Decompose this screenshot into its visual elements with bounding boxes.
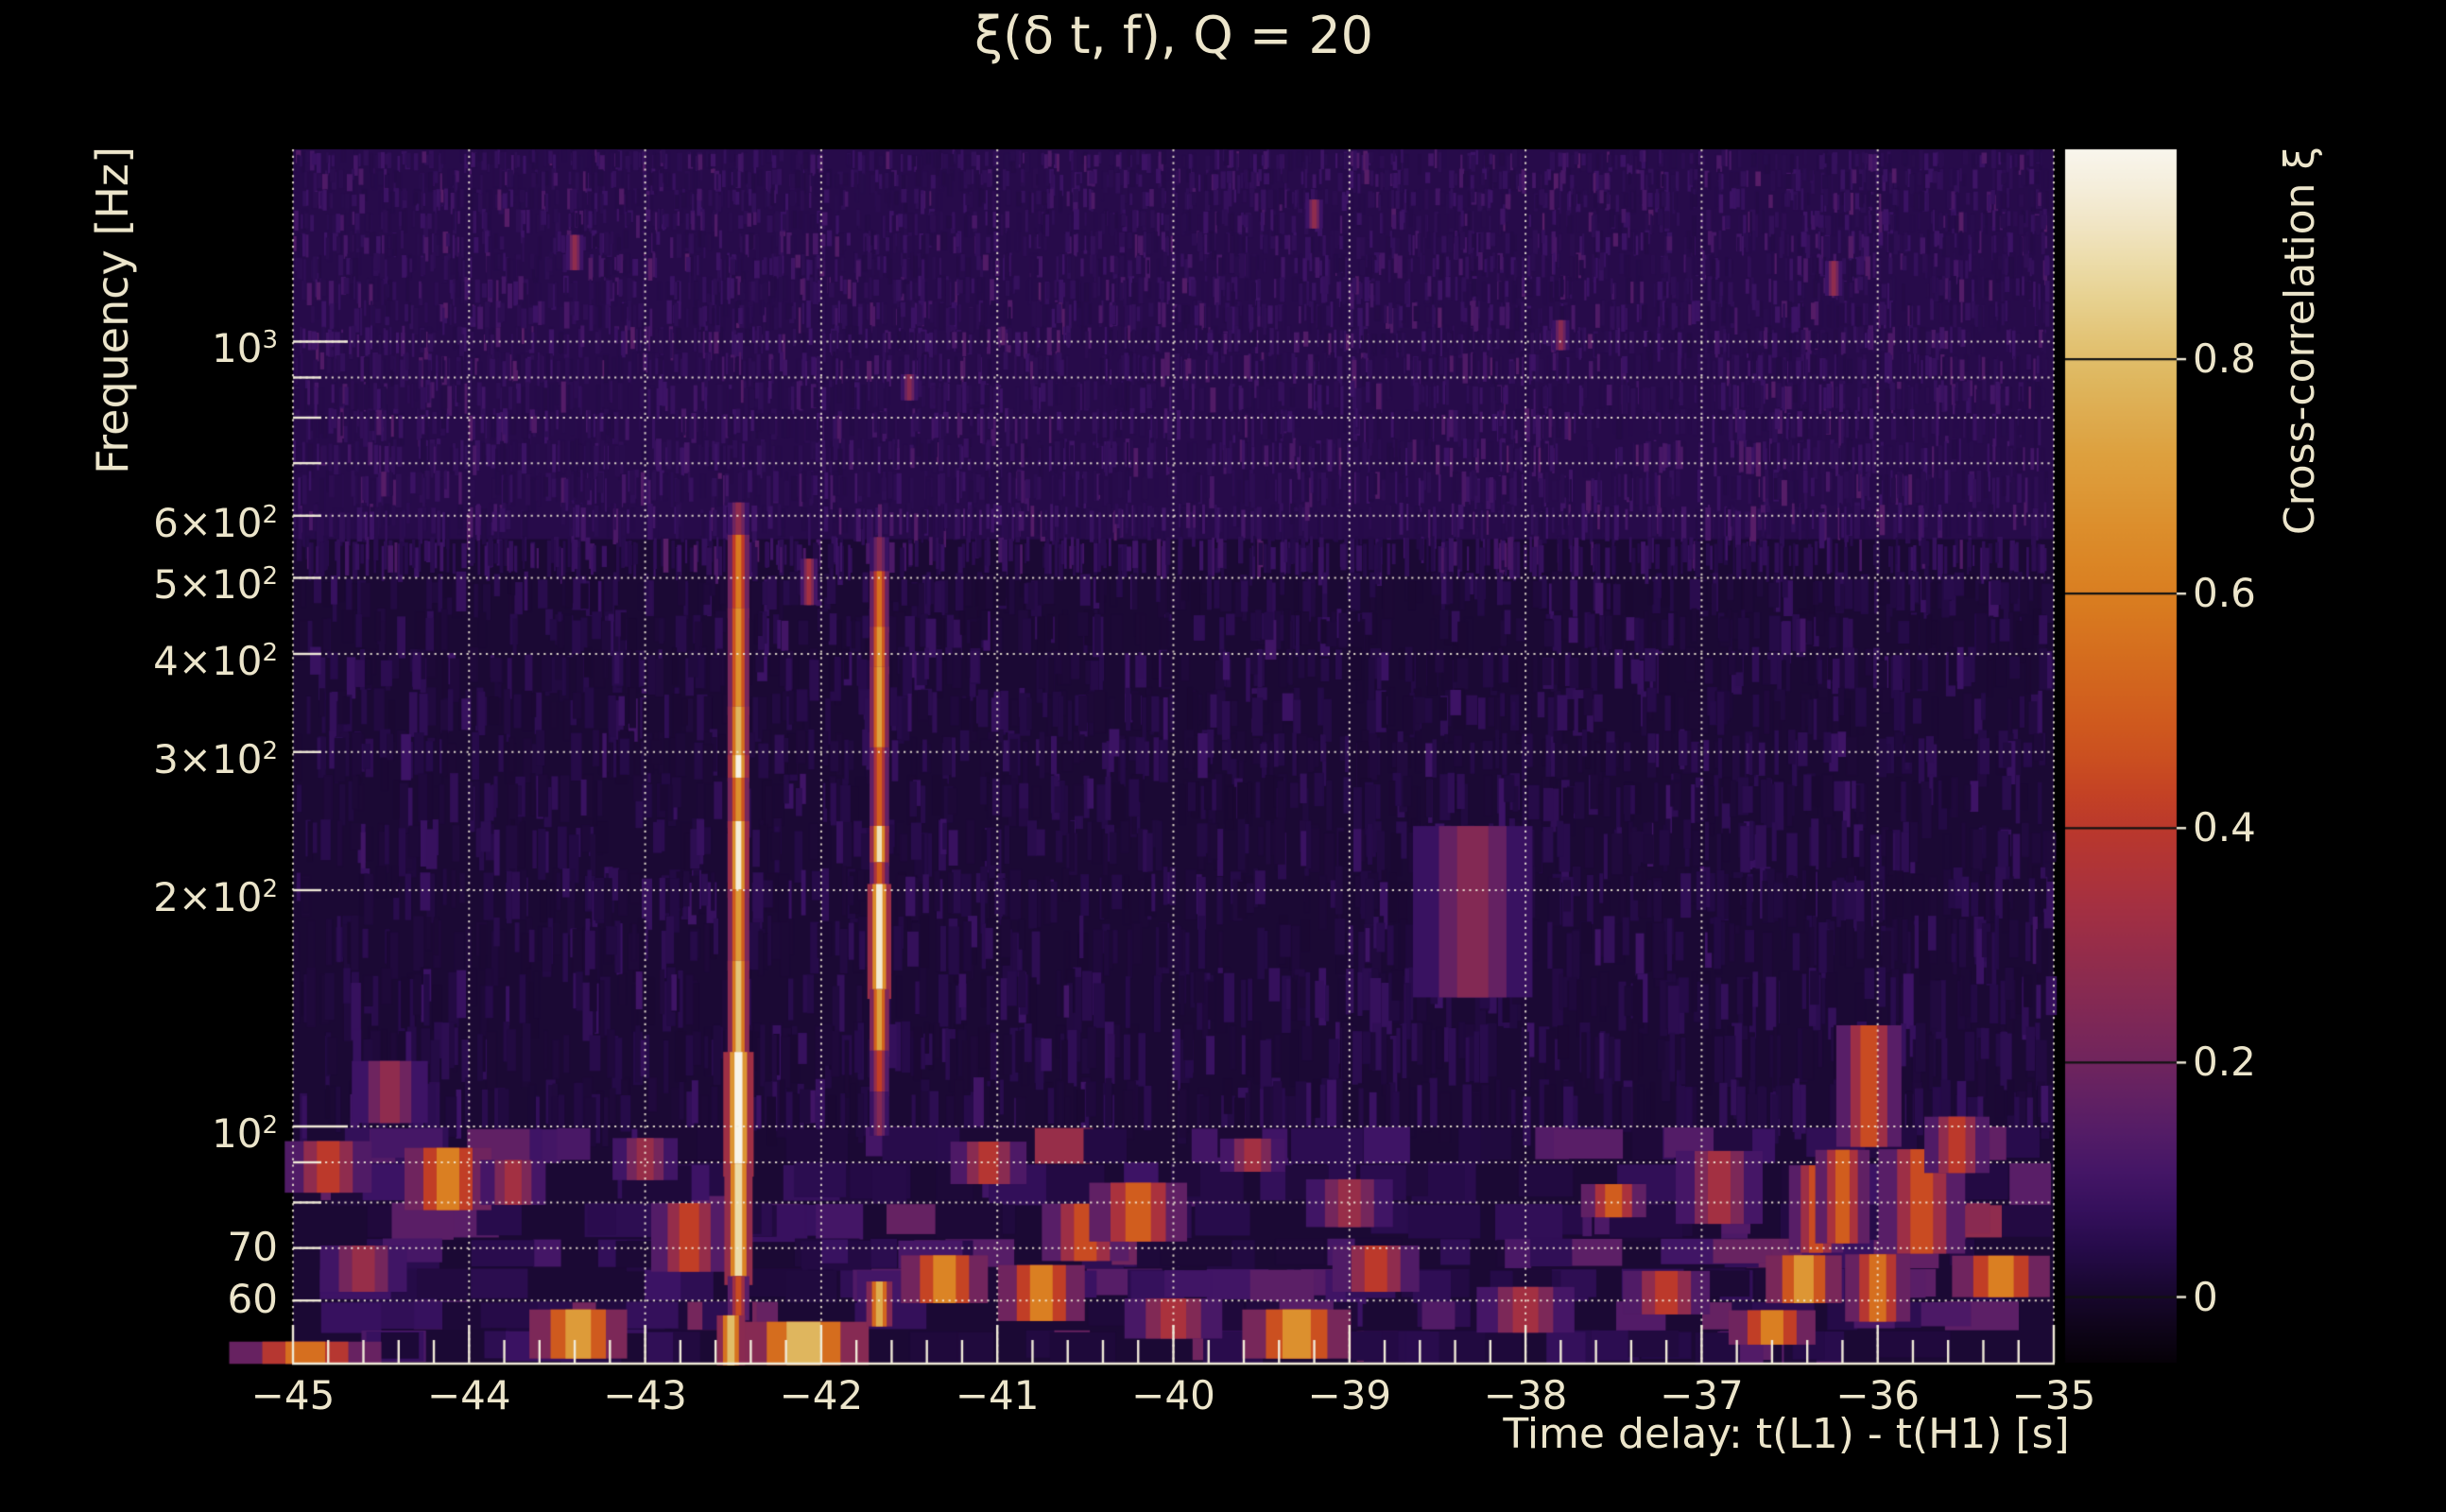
chart-title: ξ(δ t, f), Q = 20: [973, 6, 1374, 65]
x-tick-label: −36: [1835, 1372, 1920, 1418]
y-tick-label: 102: [211, 1109, 278, 1157]
colorbar-tick-label: 0.6: [2193, 570, 2256, 617]
y-tick-label: 6×102: [153, 499, 278, 546]
y-tick-label: 103: [211, 325, 278, 372]
y-tick-label: 5×102: [153, 561, 278, 609]
y-tick-label: 70: [227, 1223, 278, 1270]
colorbar-tick-label: 0.2: [2193, 1039, 2256, 1086]
figure: ξ(δ t, f), Q = 20 Frequency [Hz] Time de…: [0, 0, 2446, 1512]
y-tick-label: 60: [227, 1276, 278, 1323]
y-tick-label: 3×102: [153, 735, 278, 782]
x-tick-label: −41: [955, 1372, 1040, 1418]
x-tick-label: −35: [2011, 1372, 2096, 1418]
x-tick-label: −44: [426, 1372, 511, 1418]
colorbar-tick-label: 0.4: [2193, 804, 2256, 851]
x-tick-label: −42: [779, 1372, 864, 1418]
y-axis-label: Frequency [Hz]: [87, 146, 138, 474]
y-tick-label: 4×102: [153, 637, 278, 684]
colorbar-tick-label: 0.8: [2193, 335, 2256, 383]
x-tick-label: −40: [1131, 1372, 1215, 1418]
y-tick-label: 2×102: [153, 873, 278, 920]
heatmap-plot-area: [0, 0, 2446, 1512]
x-tick-label: −43: [603, 1372, 687, 1418]
x-tick-label: −38: [1483, 1372, 1568, 1418]
x-tick-label: −45: [250, 1372, 336, 1418]
colorbar-tick-label: 0: [2193, 1273, 2218, 1320]
colorbar-label: Cross-correlation ξ: [2276, 146, 2324, 536]
x-tick-label: −39: [1307, 1372, 1392, 1418]
x-tick-label: −37: [1660, 1372, 1744, 1418]
